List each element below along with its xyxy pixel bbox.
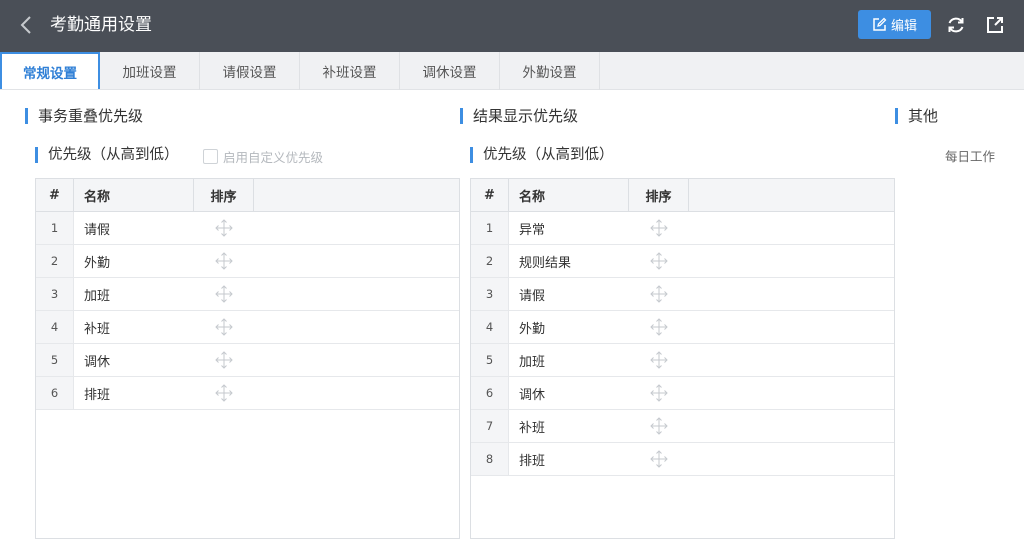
chevron-left-icon[interactable] <box>16 14 38 36</box>
table-row[interactable]: 6 调休 <box>471 377 894 410</box>
row-name: 排班 <box>84 387 111 403</box>
row-name: 补班 <box>519 420 546 436</box>
row-number: 1 <box>36 212 74 244</box>
edit-button[interactable]: 编辑 <box>858 10 931 39</box>
drag-handle-icon[interactable] <box>629 212 689 244</box>
row-name: 补班 <box>84 321 111 337</box>
table-row[interactable]: 5 调休 <box>36 344 459 377</box>
row-number: 2 <box>471 245 509 277</box>
overlap-priority-table: # 名称 排序 1 请假 2 外勤 3 加班 4 补班 5 调休 6 排班 <box>35 178 460 539</box>
table-row[interactable]: 1 请假 <box>36 212 459 245</box>
table-row[interactable]: 3 加班 <box>36 278 459 311</box>
section-title-overlap-priority: 事务重叠优先级 <box>25 106 143 126</box>
tab-general[interactable]: 常规设置 <box>0 52 100 89</box>
table-row[interactable]: 4 外勤 <box>471 311 894 344</box>
table-row[interactable]: 5 加班 <box>471 344 894 377</box>
row-name: 调休 <box>84 354 111 370</box>
external-link-icon[interactable] <box>984 14 1006 36</box>
row-name: 加班 <box>84 288 111 304</box>
result-priority-table: # 名称 排序 1 异常 2 规则结果 3 请假 4 外勤 5 加班 6 调休 7 补班 8 排班 <box>470 178 895 539</box>
drag-handle-icon[interactable] <box>194 377 254 409</box>
row-name: 请假 <box>519 288 546 304</box>
tab-field-work[interactable]: 外勤设置 <box>500 52 600 90</box>
checkbox-box[interactable] <box>203 149 218 164</box>
row-name: 请假 <box>84 222 111 238</box>
drag-handle-icon[interactable] <box>629 278 689 310</box>
row-name: 外勤 <box>519 321 546 337</box>
subtitle-priority-left: 优先级（从高到低） <box>35 145 179 165</box>
row-number: 4 <box>471 311 509 343</box>
column-header-sort: 排序 <box>194 179 254 211</box>
column-header-sort: 排序 <box>629 179 689 211</box>
tab-compensatory-leave[interactable]: 调休设置 <box>400 52 500 90</box>
column-header-num: # <box>471 179 509 211</box>
drag-handle-icon[interactable] <box>194 278 254 310</box>
table-row[interactable]: 3 请假 <box>471 278 894 311</box>
row-name: 异常 <box>519 222 546 238</box>
table-header: # 名称 排序 <box>36 179 459 212</box>
row-name: 调休 <box>519 387 546 403</box>
drag-handle-icon[interactable] <box>194 344 254 376</box>
refresh-icon[interactable] <box>945 14 967 36</box>
subtitle-priority-middle: 优先级（从高到低） <box>470 145 614 165</box>
table-row[interactable]: 1 异常 <box>471 212 894 245</box>
row-number: 6 <box>36 377 74 409</box>
drag-handle-icon[interactable] <box>629 443 689 475</box>
row-number: 3 <box>471 278 509 310</box>
tab-overtime[interactable]: 加班设置 <box>100 52 200 90</box>
row-name: 排班 <box>519 453 546 469</box>
row-number: 4 <box>36 311 74 343</box>
tab-bar: 常规设置 加班设置 请假设置 补班设置 调休设置 外勤设置 <box>0 52 1024 90</box>
row-number: 6 <box>471 377 509 409</box>
column-header-name: 名称 <box>74 179 194 211</box>
section-title-result-priority: 结果显示优先级 <box>460 106 578 126</box>
row-name: 外勤 <box>84 255 111 271</box>
drag-handle-icon[interactable] <box>194 311 254 343</box>
tab-makeup-shift[interactable]: 补班设置 <box>300 52 400 90</box>
row-name: 规则结果 <box>519 255 572 271</box>
page-title: 考勤通用设置 <box>50 15 152 35</box>
row-name: 加班 <box>519 354 546 370</box>
edit-button-label: 编辑 <box>890 19 917 34</box>
drag-handle-icon[interactable] <box>629 344 689 376</box>
drag-handle-icon[interactable] <box>629 311 689 343</box>
tab-leave[interactable]: 请假设置 <box>200 52 300 90</box>
custom-priority-label: 启用自定义优先级 <box>223 150 324 165</box>
table-row[interactable]: 7 补班 <box>471 410 894 443</box>
edit-icon <box>873 17 887 31</box>
table-row[interactable]: 4 补班 <box>36 311 459 344</box>
row-number: 1 <box>471 212 509 244</box>
daily-work-label: 每日工作 <box>945 149 996 164</box>
row-number: 2 <box>36 245 74 277</box>
drag-handle-icon[interactable] <box>629 245 689 277</box>
table-header: # 名称 排序 <box>471 179 894 212</box>
table-row[interactable]: 2 规则结果 <box>471 245 894 278</box>
row-number: 3 <box>36 278 74 310</box>
app-header: 考勤通用设置 编辑 <box>0 0 1024 52</box>
drag-handle-icon[interactable] <box>194 245 254 277</box>
drag-handle-icon[interactable] <box>629 377 689 409</box>
column-header-num: # <box>36 179 74 211</box>
table-row[interactable]: 2 外勤 <box>36 245 459 278</box>
column-header-name: 名称 <box>509 179 629 211</box>
table-row[interactable]: 6 排班 <box>36 377 459 410</box>
row-number: 5 <box>36 344 74 376</box>
row-number: 7 <box>471 410 509 442</box>
drag-handle-icon[interactable] <box>629 410 689 442</box>
table-row[interactable]: 8 排班 <box>471 443 894 476</box>
section-title-other: 其他 <box>895 106 938 126</box>
drag-handle-icon[interactable] <box>194 212 254 244</box>
custom-priority-checkbox[interactable]: 启用自定义优先级 <box>203 147 323 166</box>
row-number: 8 <box>471 443 509 475</box>
row-number: 5 <box>471 344 509 376</box>
